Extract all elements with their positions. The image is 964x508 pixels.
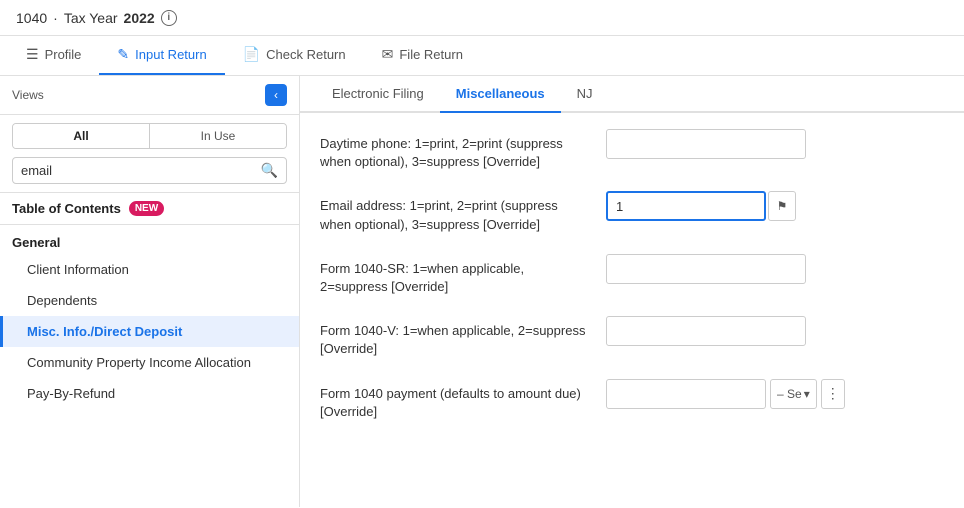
new-badge: NEW: [129, 201, 164, 216]
email-address-input[interactable]: [606, 191, 766, 221]
flag-button[interactable]: ⚑: [768, 191, 796, 221]
tax-year-value: 2022: [124, 10, 155, 26]
general-section-label: General: [0, 225, 299, 254]
form-body: Daytime phone: 1=print, 2=print (suppres…: [300, 113, 964, 507]
sidebar-item-community-property[interactable]: Community Property Income Allocation: [0, 347, 299, 378]
email-input-group: ⚑: [606, 191, 796, 221]
form-row-1040-sr: Form 1040-SR: 1=when applicable, 2=suppr…: [320, 254, 944, 296]
views-label: Views: [12, 88, 44, 102]
main-layout: Views ‹ All In Use 🔍 Table of Contents N…: [0, 76, 964, 507]
payment-dropdown-button[interactable]: – Se ▾: [770, 379, 817, 409]
info-icon[interactable]: i: [161, 10, 177, 26]
search-button[interactable]: 🔍: [261, 162, 278, 179]
tab-file-return[interactable]: ✉ File Return: [364, 36, 481, 75]
sidebar-item-client-info[interactable]: Client Information: [0, 254, 299, 285]
daytime-phone-input[interactable]: [606, 129, 806, 159]
filter-tabs: All In Use: [12, 123, 287, 149]
document-icon: 📄: [243, 46, 260, 63]
dropdown-label: – Se: [777, 387, 802, 401]
filter-in-use[interactable]: In Use: [150, 124, 286, 148]
form-1040-sr-label: Form 1040-SR: 1=when applicable, 2=suppr…: [320, 254, 590, 296]
sidebar-item-community-property-label: Community Property Income Allocation: [27, 355, 251, 370]
send-icon: ✉: [382, 46, 394, 63]
toc-header: Table of Contents NEW: [0, 192, 299, 225]
list-icon: ☰: [26, 46, 39, 63]
content-tabs: Electronic Filing Miscellaneous NJ: [300, 76, 964, 113]
more-options-button[interactable]: ⋮: [821, 379, 845, 409]
tab-miscellaneous[interactable]: Miscellaneous: [440, 76, 561, 113]
collapse-button[interactable]: ‹: [265, 84, 287, 106]
sidebar-item-pay-by-refund[interactable]: Pay-By-Refund: [0, 378, 299, 409]
nav-tabs: ☰ Profile ✎ Input Return 📄 Check Return …: [0, 36, 964, 76]
tab-nj[interactable]: NJ: [561, 76, 609, 113]
form-row-1040-v: Form 1040-V: 1=when applicable, 2=suppre…: [320, 316, 944, 358]
form-1040-v-input[interactable]: [606, 316, 806, 346]
pencil-icon: ✎: [117, 46, 129, 63]
form-row-daytime-phone: Daytime phone: 1=print, 2=print (suppres…: [320, 129, 944, 171]
form-1040-sr-input[interactable]: [606, 254, 806, 284]
tab-check-return[interactable]: 📄 Check Return: [225, 36, 364, 75]
toc-label: Table of Contents: [12, 201, 121, 216]
sidebar-item-client-info-label: Client Information: [27, 262, 129, 277]
sidebar-item-misc-info-label: Misc. Info./Direct Deposit: [27, 324, 182, 339]
search-bar: 🔍: [12, 157, 287, 184]
tax-year-label: Tax Year: [64, 10, 118, 26]
tab-input-return-label: Input Return: [135, 47, 207, 62]
daytime-phone-label: Daytime phone: 1=print, 2=print (suppres…: [320, 129, 590, 171]
chevron-down-icon: ▾: [804, 387, 810, 401]
form-row-1040-payment: Form 1040 payment (defaults to amount du…: [320, 379, 944, 421]
tab-profile-label: Profile: [45, 47, 82, 62]
sidebar: Views ‹ All In Use 🔍 Table of Contents N…: [0, 76, 300, 507]
separator: ·: [53, 10, 58, 26]
email-address-label: Email address: 1=print, 2=print (suppres…: [320, 191, 590, 233]
sidebar-item-pay-by-refund-label: Pay-By-Refund: [27, 386, 115, 401]
form-row-email-address: Email address: 1=print, 2=print (suppres…: [320, 191, 944, 233]
sidebar-item-misc-info[interactable]: Misc. Info./Direct Deposit: [0, 316, 299, 347]
search-input[interactable]: [21, 163, 261, 178]
tab-profile[interactable]: ☰ Profile: [8, 36, 99, 75]
form-number: 1040: [16, 10, 47, 26]
tab-check-return-label: Check Return: [266, 47, 345, 62]
tab-file-return-label: File Return: [399, 47, 463, 62]
sidebar-item-dependents[interactable]: Dependents: [0, 285, 299, 316]
tab-electronic-filing[interactable]: Electronic Filing: [316, 76, 440, 113]
form-1040-v-label: Form 1040-V: 1=when applicable, 2=suppre…: [320, 316, 590, 358]
page-title: 1040 · Tax Year 2022 i: [16, 10, 177, 26]
sidebar-item-dependents-label: Dependents: [27, 293, 97, 308]
payment-input-group: – Se ▾ ⋮: [606, 379, 845, 409]
form-1040-payment-label: Form 1040 payment (defaults to amount du…: [320, 379, 590, 421]
form-1040-payment-input[interactable]: [606, 379, 766, 409]
filter-all[interactable]: All: [13, 124, 150, 148]
tab-input-return[interactable]: ✎ Input Return: [99, 36, 224, 75]
content-area: Electronic Filing Miscellaneous NJ Dayti…: [300, 76, 964, 507]
sidebar-header: Views ‹: [0, 76, 299, 115]
top-bar: 1040 · Tax Year 2022 i: [0, 0, 964, 36]
sidebar-content: General Client Information Dependents Mi…: [0, 225, 299, 507]
